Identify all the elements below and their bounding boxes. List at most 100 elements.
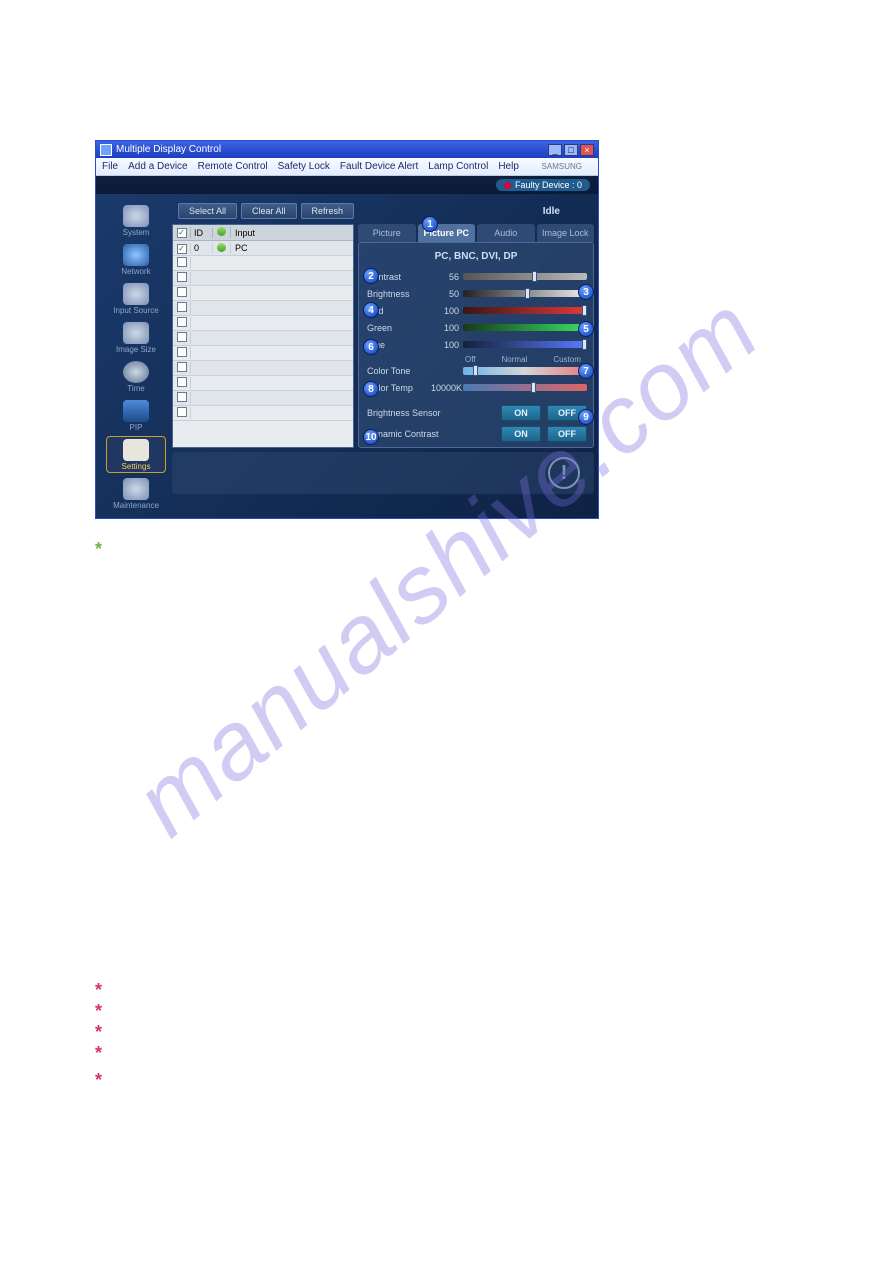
time-icon [123,361,149,383]
green-label: Green [365,323,431,333]
menu-file[interactable]: File [102,161,118,172]
col-id: ID [191,228,213,238]
sidebar-item-network[interactable]: Network [106,241,166,278]
sidebar-label: Time [127,384,144,393]
row-check[interactable] [177,347,187,357]
row-check[interactable] [177,407,187,417]
tab-audio[interactable]: Audio [477,224,535,242]
green-value: 100 [431,323,463,333]
clear-all-button[interactable]: Clear All [241,203,297,219]
tabs: Picture Picture PC Audio Image Lock [358,224,594,242]
brand-label: SAMSUNG [542,162,582,171]
statusbar: Faulty Device : 0 [96,176,598,194]
sidebar-label: PIP [130,423,143,432]
settings-panel: Picture Picture PC Audio Image Lock PC, … [358,224,594,448]
input-icon [123,283,149,305]
row-check[interactable] [177,302,187,312]
badge-4: 4 [363,302,379,318]
footer: ! [172,452,594,494]
badge-1: 1 [422,216,438,232]
sidebar: System Network Input Source Image Size T… [100,198,172,514]
green-slider[interactable] [463,324,587,331]
row-check[interactable] [177,377,187,387]
faulty-label: Faulty Device : 0 [515,180,582,190]
row-check[interactable] [177,362,187,372]
text-content: * * * * * * [95,539,798,1091]
badge-6: 6 [363,339,379,355]
blue-value: 100 [431,340,463,350]
menu-safety[interactable]: Safety Lock [278,161,330,172]
badge-5: 5 [578,321,594,337]
sidebar-item-input[interactable]: Input Source [106,280,166,317]
sidebar-label: Input Source [113,306,158,315]
dynamic-contrast-off[interactable]: OFF [547,426,587,442]
maximize-button[interactable]: □ [564,144,578,156]
sidebar-item-settings[interactable]: Settings [106,436,166,473]
green-star-icon: * [95,539,102,559]
sidebar-item-image-size[interactable]: Image Size [106,319,166,356]
row-check[interactable] [177,287,187,297]
sidebar-item-system[interactable]: System [106,202,166,239]
menu-remote[interactable]: Remote Control [198,161,268,172]
colortone-slider[interactable] [463,367,587,375]
tab-image-lock[interactable]: Image Lock [537,224,595,242]
info-icon: ! [548,457,580,489]
row-check[interactable] [177,317,187,327]
maintenance-icon [123,478,149,500]
check-all[interactable]: ✓ [177,228,187,238]
pip-icon [123,400,149,422]
row-check[interactable] [177,272,187,282]
badge-9: 9 [578,409,594,425]
brightness-slider[interactable] [463,290,587,297]
menu-lamp[interactable]: Lamp Control [428,161,488,172]
menubar: File Add a Device Remote Control Safety … [96,158,598,176]
menu-help[interactable]: Help [498,161,519,172]
red-star-icon: * [95,1001,102,1021]
red-star-icon: * [95,1022,102,1042]
sidebar-item-pip[interactable]: PIP [106,397,166,434]
status-idle: Idle [543,206,560,217]
refresh-button[interactable]: Refresh [301,203,355,219]
system-icon [123,205,149,227]
badge-3: 3 [578,284,594,300]
panel-header: PC, BNC, DVI, DP [365,251,587,262]
row-check[interactable]: ✓ [177,244,187,254]
badge-7: 7 [578,363,594,379]
row-check[interactable] [177,332,187,342]
tab-picture[interactable]: Picture [358,224,416,242]
menu-add-device[interactable]: Add a Device [128,161,187,172]
contrast-slider[interactable] [463,273,587,280]
close-button[interactable]: × [580,144,594,156]
row-status-icon [217,243,226,252]
brightness-sensor-label: Brightness Sensor [365,408,465,418]
menu-fault[interactable]: Fault Device Alert [340,161,418,172]
toolbar: Select All Clear All Refresh Idle [172,198,594,224]
red-slider[interactable] [463,307,587,314]
row-id: 0 [191,243,213,253]
select-all-button[interactable]: Select All [178,203,237,219]
network-icon [123,244,149,266]
dynamic-contrast-on[interactable]: ON [501,426,541,442]
sidebar-label: Maintenance [113,501,159,510]
sidebar-item-maintenance[interactable]: Maintenance [106,475,166,512]
grid-row[interactable]: ✓ 0 PC [173,241,353,256]
badge-8: 8 [363,381,379,397]
status-icon [217,227,226,236]
badge-10: 10 [363,429,379,445]
badge-2: 2 [363,268,379,284]
app-icon [100,144,112,156]
blue-slider[interactable] [463,341,587,348]
alert-icon [504,182,511,189]
sidebar-label: System [123,228,150,237]
image-size-icon [123,322,149,344]
minimize-button[interactable]: _ [548,144,562,156]
grid-header: ✓ ID Input [173,225,353,241]
row-check[interactable] [177,257,187,267]
brightness-sensor-on[interactable]: ON [501,405,541,421]
sidebar-label: Settings [122,462,151,471]
row-check[interactable] [177,392,187,402]
sidebar-item-time[interactable]: Time [106,358,166,395]
colortemp-slider[interactable] [463,384,587,391]
red-star-icon: * [95,1070,102,1090]
row-input: PC [231,243,353,253]
